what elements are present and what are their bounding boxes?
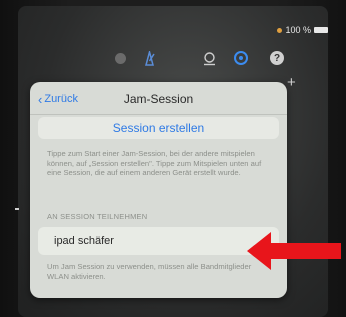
bezel-mark	[15, 208, 19, 210]
footer-note: Um Jam Session zu verwenden, müssen alle…	[47, 262, 252, 281]
dim-circle-icon[interactable]	[112, 50, 128, 66]
session-name: ipad schäfer	[54, 235, 114, 247]
battery-percentage: 100 %	[285, 25, 311, 35]
create-session-button[interactable]: Session erstellen	[38, 117, 279, 139]
status-bar: 100 %	[277, 25, 328, 35]
section-label: AN SESSION TEILNEHMEN	[47, 212, 148, 221]
battery-icon	[314, 27, 328, 33]
plus-icon[interactable]: +	[287, 74, 296, 91]
popover-title: Jam-Session	[123, 92, 194, 106]
session-settings-icon[interactable]	[233, 50, 249, 66]
loop-icon[interactable]	[201, 50, 217, 66]
recording-dot-icon	[277, 27, 283, 33]
info-text: Tippe zum Start einer Jam-Session, bei d…	[47, 149, 262, 177]
red-arrow-annotation	[247, 232, 341, 270]
metronome-icon[interactable]	[141, 50, 157, 66]
session-list-item[interactable]: ipad schäfer	[38, 227, 279, 255]
popover-header: ‹ Zurück Jam-Session	[30, 82, 287, 115]
help-icon[interactable]: ?	[269, 50, 285, 66]
